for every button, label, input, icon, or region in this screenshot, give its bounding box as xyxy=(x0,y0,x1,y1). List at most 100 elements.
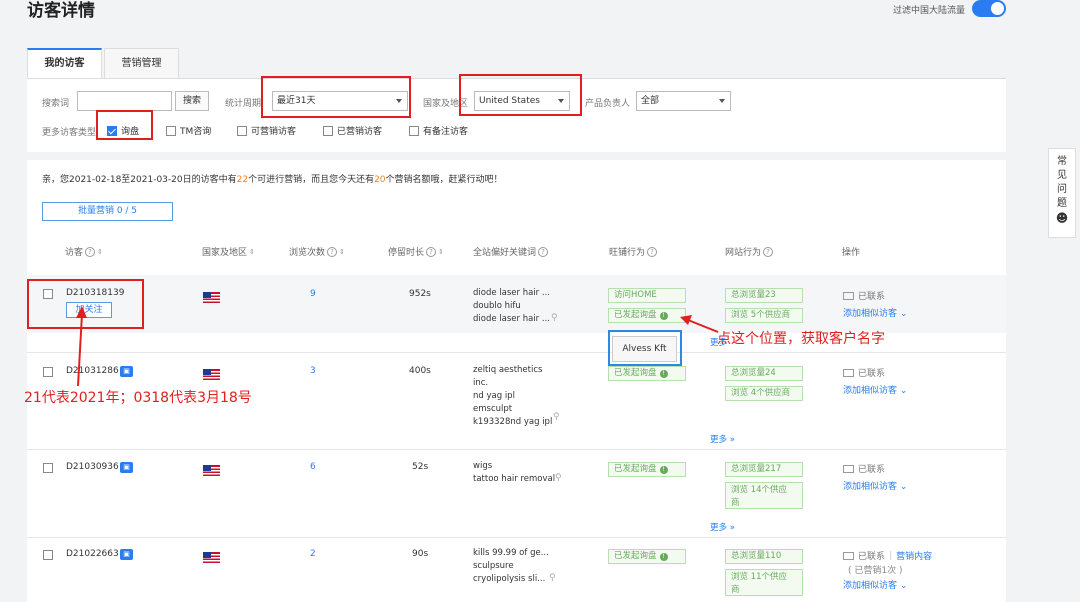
highlight-inquiry xyxy=(96,110,153,140)
duration: 952s xyxy=(409,289,431,299)
search-input[interactable] xyxy=(77,91,172,111)
search-icon[interactable]: ⚲ xyxy=(555,473,562,483)
col-duration[interactable]: 停留时长? ⇕ xyxy=(388,245,444,258)
info-icon: ! xyxy=(659,311,668,320)
wangpu-tag-home: 访问HOME xyxy=(608,288,686,303)
filter-mainland-toggle[interactable] xyxy=(972,0,1006,17)
owner-label: 产品负责人 xyxy=(585,99,631,109)
site-suppliers: 浏览 14个供应商 xyxy=(725,482,803,509)
checkbox-noted[interactable]: 有备注访客 xyxy=(409,124,468,137)
sort-icon: ⇕ xyxy=(249,247,255,256)
row-divider xyxy=(27,352,1006,353)
views-count[interactable]: 6 xyxy=(310,462,316,472)
sort-icon: ⇕ xyxy=(97,247,103,256)
site-total-views: 总浏览量217 xyxy=(725,462,803,477)
row-checkbox[interactable] xyxy=(43,367,53,377)
mail-icon xyxy=(843,291,854,300)
checkbox-icon xyxy=(237,125,247,136)
mail-icon xyxy=(843,368,854,377)
help-icon: ? xyxy=(426,246,437,257)
highlight-tooltip xyxy=(608,330,682,366)
site-total-views: 总浏览量110 xyxy=(725,549,803,564)
info-icon: ! xyxy=(659,465,668,474)
checkbox-marketed[interactable]: 已营销访客 xyxy=(323,124,382,137)
mail-icon xyxy=(843,551,854,560)
checkbox-tm[interactable]: TM咨询 xyxy=(166,124,211,137)
search-icon[interactable]: ⚲ xyxy=(551,313,558,323)
support-avatar-icon: ☻ xyxy=(1055,211,1069,225)
col-visitor[interactable]: 访客? ⇕ xyxy=(65,245,103,258)
contacted-status: 已联系 xyxy=(843,462,885,475)
arrow-left-icon xyxy=(680,315,719,333)
help-icon: ? xyxy=(763,246,774,257)
us-flag-icon xyxy=(203,465,220,476)
col-site: 网站行为? xyxy=(725,245,774,258)
period-label: 统计周期 xyxy=(225,99,262,109)
add-similar-visitor[interactable]: 添加相似访客 ⌄ xyxy=(843,383,907,396)
tab-my-visitors[interactable]: 我的访客 xyxy=(27,48,102,79)
tab-marketing-management[interactable]: 营销管理 xyxy=(104,48,179,79)
wangpu-tag-inquiry[interactable]: 已发起询盘! xyxy=(608,462,686,477)
help-icon: ? xyxy=(327,246,338,257)
more-types-label: 更多访客类型 xyxy=(42,128,97,138)
contacted-status: 已联系 xyxy=(843,366,885,379)
views-count[interactable]: 9 xyxy=(310,289,316,299)
row-checkbox[interactable] xyxy=(43,550,53,560)
owner-select[interactable]: 全部 xyxy=(636,91,731,111)
site-total-views: 总浏览量24 xyxy=(725,366,803,381)
add-similar-visitor[interactable]: 添加相似访客 ⌄ xyxy=(843,306,907,319)
more-link[interactable]: 更多 » xyxy=(710,521,735,533)
annotation-right: 点这个位置，获取客户名字 xyxy=(717,331,885,347)
contacted-status: 已联系 xyxy=(843,289,885,302)
wangpu-tag-inquiry[interactable]: 已发起询盘! xyxy=(608,308,686,323)
marketing-content-link[interactable]: 营销内容 xyxy=(896,549,932,562)
row-divider xyxy=(27,537,1006,538)
row-divider xyxy=(27,449,1006,450)
faq-widget[interactable]: 常 见 问 题 ☻ xyxy=(1048,148,1076,238)
checkbox-icon xyxy=(323,125,333,136)
page-title: 访客详情 xyxy=(27,1,95,21)
views-count[interactable]: 3 xyxy=(310,366,316,376)
search-label: 搜索词 xyxy=(42,99,70,109)
us-flag-icon xyxy=(203,369,220,380)
search-button[interactable]: 搜索 xyxy=(175,91,209,111)
annotation-left: 21代表2021年；0318代表3月18号 xyxy=(24,390,252,406)
toggle-knob xyxy=(991,2,1004,15)
col-wangpu: 旺铺行为? xyxy=(609,245,658,258)
views-count[interactable]: 2 xyxy=(310,549,316,559)
mail-icon xyxy=(843,464,854,473)
keyword-list: zeltiq aesthetics inc. nd yag ipl emsculpt k… xyxy=(473,365,553,427)
wangpu-tag-inquiry[interactable]: 已发起询盘! xyxy=(608,366,686,381)
us-flag-icon xyxy=(203,292,220,303)
help-icon: ? xyxy=(85,246,96,257)
arrow-up-icon xyxy=(76,306,87,387)
visitor-card-icon[interactable]: ▣ xyxy=(120,366,133,377)
search-icon[interactable]: ⚲ xyxy=(553,412,560,422)
keyword-list: wigs tattoo hair removal xyxy=(473,461,556,484)
sort-icon: ⇕ xyxy=(339,247,345,256)
batch-marketing-button[interactable]: 批量营销 0 / 5 xyxy=(42,202,173,221)
tab-bar: 我的访客 营销管理 xyxy=(27,48,181,79)
checkbox-marketable[interactable]: 可营销访客 xyxy=(237,124,296,137)
col-ops: 操作 xyxy=(842,248,861,258)
site-suppliers: 浏览 5个供应商 xyxy=(725,308,803,323)
col-country[interactable]: 国家及地区 ⇕ xyxy=(202,245,255,259)
search-icon[interactable]: ⚲ xyxy=(549,573,556,583)
info-icon: ! xyxy=(659,369,668,378)
add-similar-visitor[interactable]: 添加相似访客 ⌄ xyxy=(843,578,907,591)
add-similar-visitor[interactable]: 添加相似访客 ⌄ xyxy=(843,479,907,492)
us-flag-icon xyxy=(203,552,220,563)
col-views[interactable]: 浏览次数? ⇕ xyxy=(289,245,345,258)
duration: 52s xyxy=(412,462,429,472)
more-link[interactable]: 更多 » xyxy=(710,433,735,445)
contacted-status: 已联系 | 营销内容 xyxy=(843,549,932,562)
col-keywords: 全站偏好关键词? xyxy=(473,245,549,258)
visitor-card-icon[interactable]: ▣ xyxy=(120,549,133,560)
site-total-views: 总浏览量23 xyxy=(725,288,803,303)
notice-text: 亲，您2021-02-18至2021-03-20日的访客中有22个可进行营销，而… xyxy=(42,175,503,185)
row-checkbox[interactable] xyxy=(43,463,53,473)
keyword-list: diode laser hair ... doublo hifu diode las… xyxy=(473,288,550,324)
wangpu-tag-inquiry[interactable]: 已发起询盘! xyxy=(608,549,686,564)
visitor-card-icon[interactable]: ▣ xyxy=(120,462,133,473)
filter-mainland-label: 过滤中国大陆流量 xyxy=(893,6,966,16)
